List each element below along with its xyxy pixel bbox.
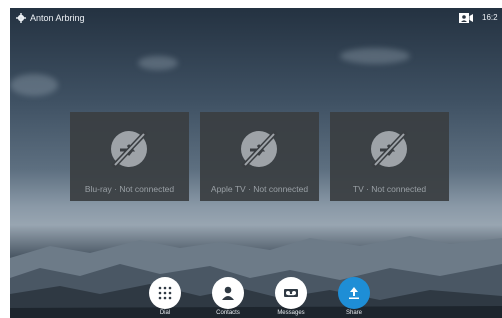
- touch-panel-screen: Anton Arbring 16:2 Blu-ray · Not connect…: [10, 8, 502, 318]
- user-name[interactable]: Anton Arbring: [30, 13, 85, 23]
- share-button[interactable]: [338, 277, 370, 309]
- source-tile-tv[interactable]: TV · Not connected: [330, 112, 449, 201]
- source-tile-apple-tv[interactable]: Apple TV · Not connected: [200, 112, 319, 201]
- contacts-label: Contacts: [216, 310, 240, 316]
- dial-button[interactable]: [149, 277, 181, 309]
- background-cloud: [340, 48, 410, 64]
- messages-label: Messages: [277, 310, 305, 316]
- share-upload-icon: [349, 287, 359, 299]
- source-label: Apple TV · Not connected: [210, 184, 309, 194]
- dialpad-icon: [158, 286, 172, 300]
- messages-button[interactable]: [275, 277, 307, 309]
- not-connected-share-icon: [371, 130, 408, 169]
- source-tile-blu-ray[interactable]: Blu-ray · Not connected: [70, 112, 189, 201]
- contacts-button[interactable]: [212, 277, 244, 309]
- clock-time: 16:2: [482, 13, 498, 22]
- camera-self-view-icon[interactable]: [459, 13, 473, 23]
- source-label: Blu-ray · Not connected: [84, 184, 175, 194]
- not-connected-share-icon: [241, 130, 278, 169]
- mountain-landscape-background: [10, 236, 502, 318]
- background-cloud: [10, 74, 58, 96]
- settings-gear-icon[interactable]: [16, 13, 26, 23]
- background-cloud: [138, 56, 178, 70]
- not-connected-share-icon: [111, 130, 148, 169]
- status-bar: Anton Arbring 16:2: [10, 8, 502, 30]
- source-label: TV · Not connected: [352, 184, 427, 194]
- contacts-person-icon: [222, 286, 234, 300]
- dial-label: Dial: [159, 310, 171, 316]
- voicemail-icon: [284, 289, 298, 297]
- share-label: Share: [345, 310, 362, 316]
